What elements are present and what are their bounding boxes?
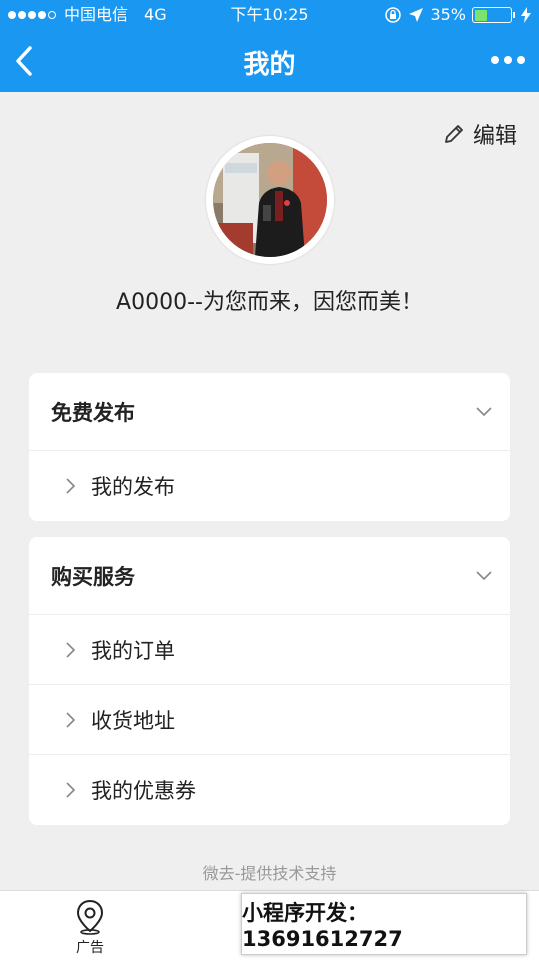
section-header-purchase-service[interactable]: 购买服务 (29, 537, 510, 615)
menu-item-my-orders[interactable]: 我的订单 (29, 615, 510, 685)
page-title: 我的 (243, 50, 296, 80)
avatar[interactable] (206, 136, 334, 264)
battery-percent: 35% (430, 5, 466, 24)
section-title: 免费发布 (51, 400, 135, 425)
chevron-right-icon (66, 782, 76, 798)
section-title: 购买服务 (51, 564, 135, 589)
section-purchase-service: 购买服务 我的订单 收货地址 我的优惠券 (29, 537, 510, 825)
tech-support-text: 微去-提供技术支持 (202, 864, 337, 883)
menu-item-shipping-address[interactable]: 收货地址 (29, 685, 510, 755)
charging-bolt-icon (521, 7, 531, 23)
menu-item-label: 我的优惠券 (91, 779, 196, 803)
top-bar: 中国电信 4G 下午10:25 35% 我的 (0, 0, 539, 92)
edit-label: 编辑 (472, 124, 517, 149)
section-free-publish: 免费发布 我的发布 (29, 373, 510, 521)
location-arrow-icon (409, 8, 424, 22)
promo-text: 小程序开发：13691612727 (242, 901, 403, 951)
menu-item-my-posts[interactable]: 我的发布 (29, 451, 510, 521)
chevron-right-icon (66, 711, 76, 728)
battery-icon (472, 7, 515, 23)
promo-banner: 小程序开发：13691612727 (241, 893, 527, 955)
section-header-free-publish[interactable]: 免费发布 (29, 373, 510, 451)
edit-button[interactable]: 编辑 (443, 118, 517, 150)
location-pin-icon (76, 899, 104, 935)
chevron-down-icon (476, 406, 492, 416)
menu-item-label: 我的订单 (91, 638, 175, 663)
menu-item-label: 我的发布 (91, 475, 175, 499)
lock-rotation-icon (385, 7, 402, 23)
nav-bar: 我的 (0, 30, 539, 92)
avatar-photo (213, 143, 327, 257)
menu-item-my-coupons[interactable]: 我的优惠券 (29, 755, 510, 825)
menu-item-label: 收货地址 (91, 708, 175, 733)
chevron-right-icon (66, 641, 76, 658)
username: A0000--为您而来，因您而美！ (116, 290, 423, 315)
more-dots-icon[interactable] (491, 56, 525, 64)
tab-ad-label: 广告 (76, 940, 104, 956)
status-bar: 中国电信 4G 下午10:25 35% (0, 0, 539, 30)
tab-ad[interactable]: 广告 (60, 899, 120, 957)
pencil-icon (445, 125, 463, 143)
chevron-down-icon (476, 570, 492, 580)
chevron-right-icon (66, 478, 76, 494)
